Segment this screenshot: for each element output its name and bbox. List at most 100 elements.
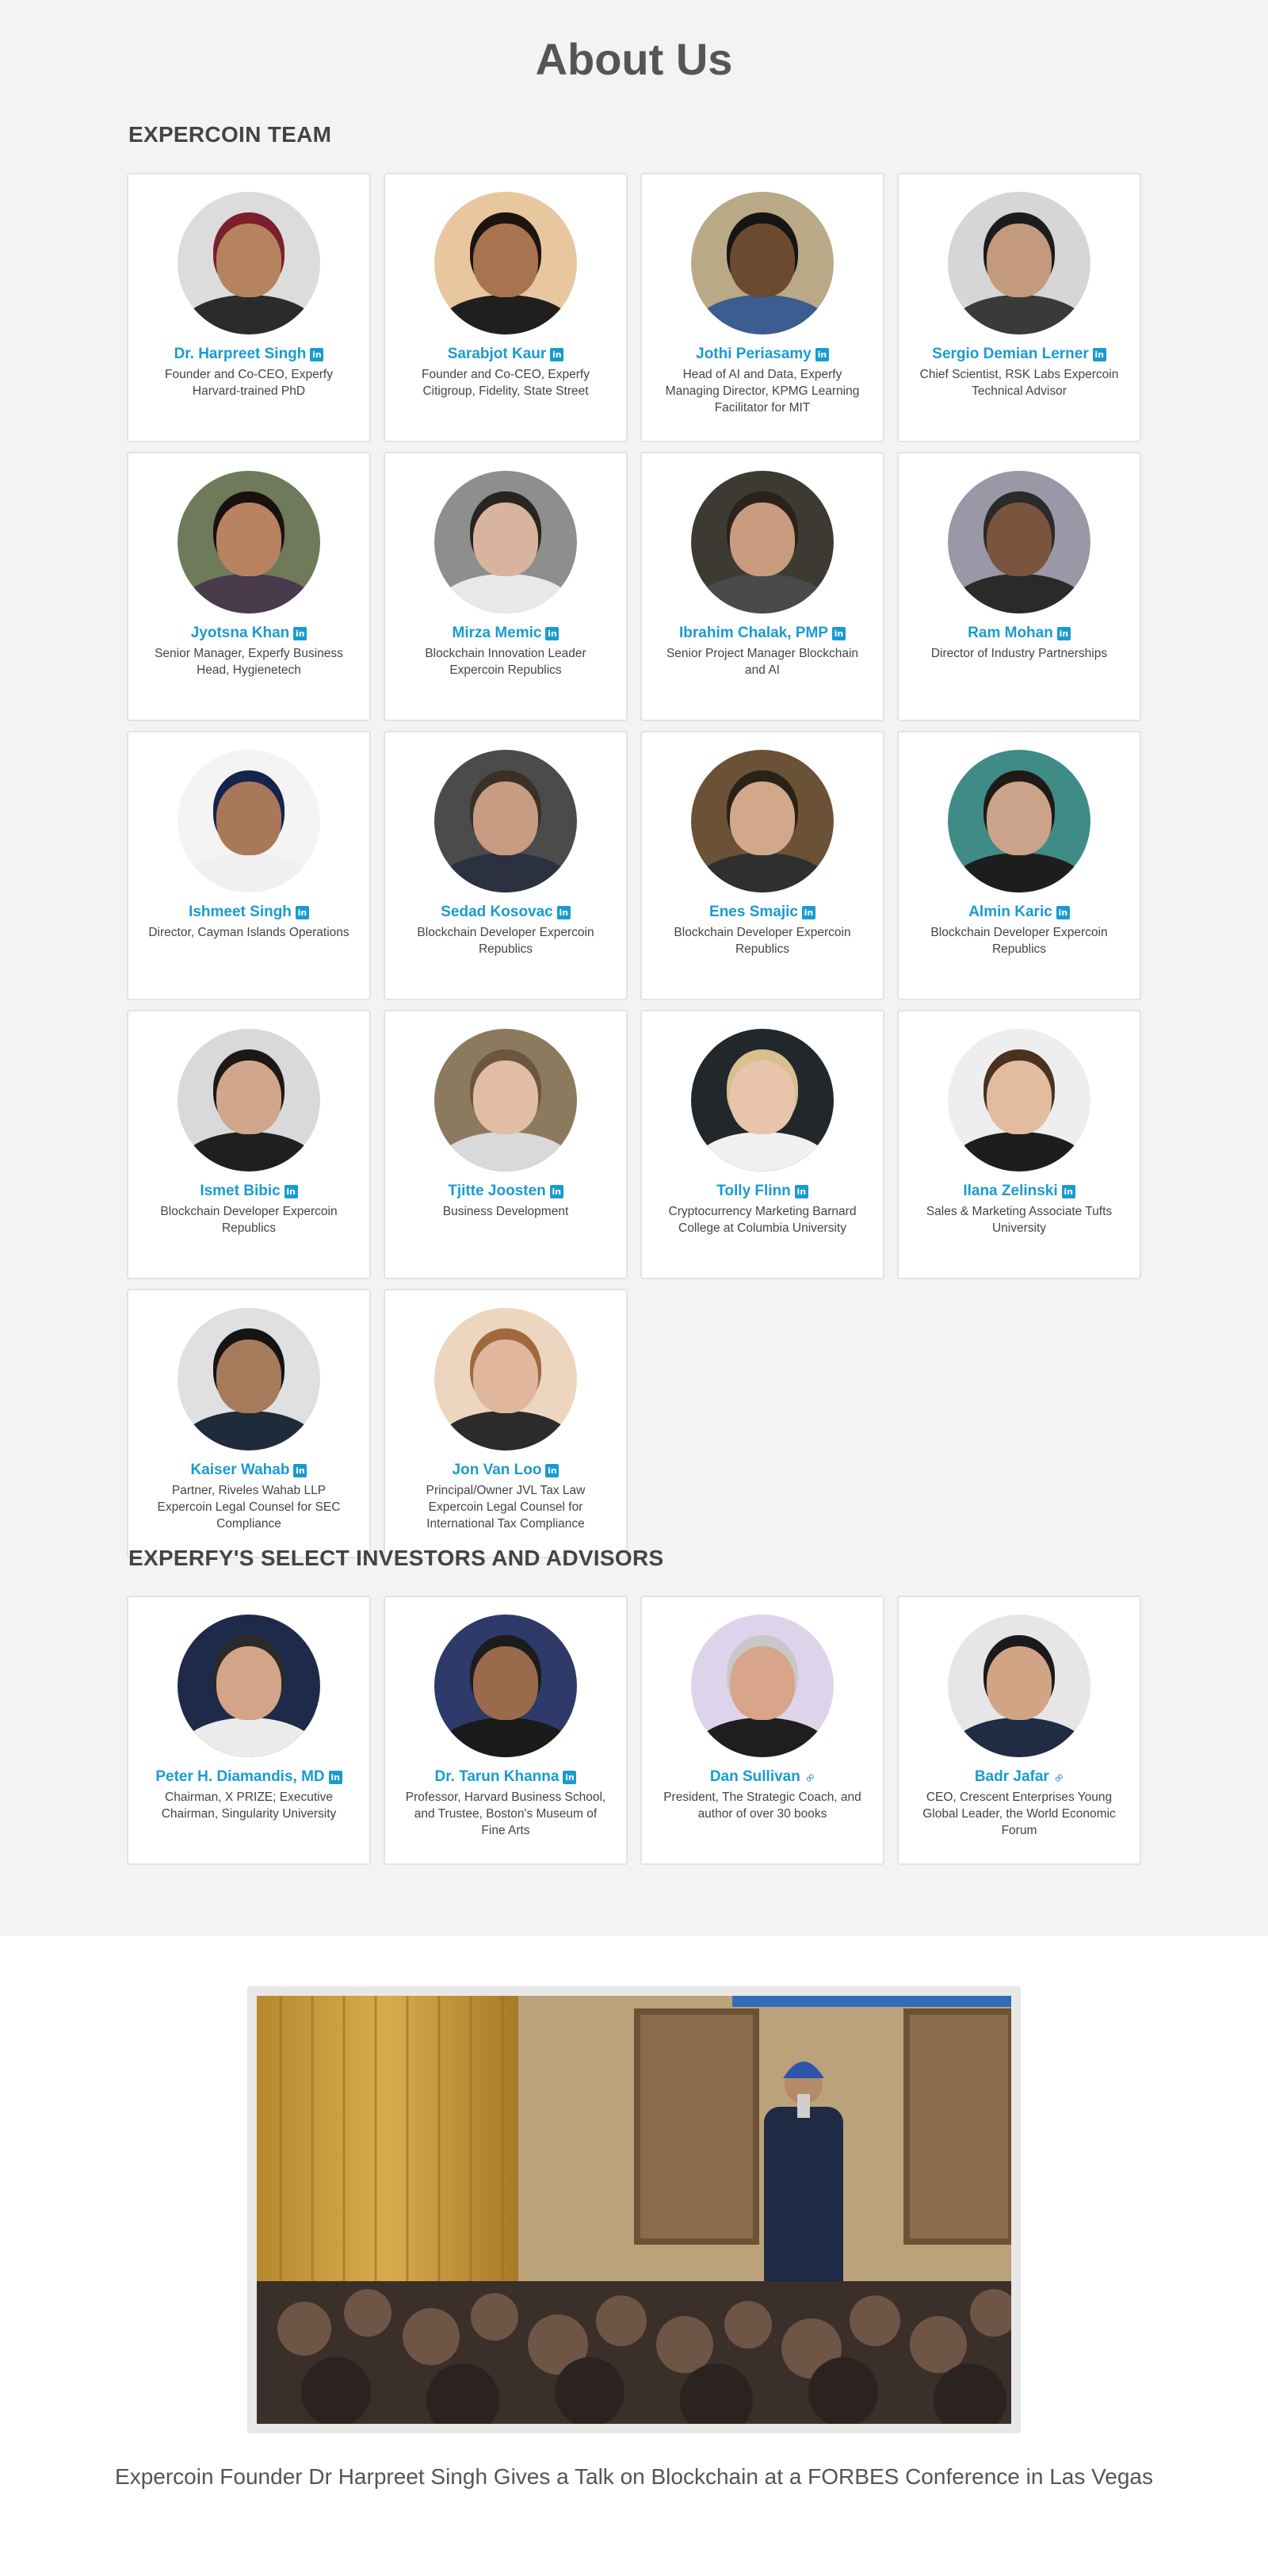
profile-name-link[interactable]: Mirza Memic xyxy=(453,625,542,642)
profile-card: Dr. Tarun Khanna in Professor, Harvard Bus… xyxy=(384,1596,628,1865)
profile-card: Ibrahim Chalak, PMP in Senior Project Mana… xyxy=(640,452,884,721)
profile-name-row: Sergio Demian Lerner in xyxy=(899,346,1140,363)
profile-role: Head of AI and Data, Experfy Managing Di… xyxy=(665,368,860,415)
profile-photo xyxy=(178,1029,320,1171)
profile-card: Almin Karic in Blockchain Developer Experc… xyxy=(897,731,1141,1000)
linkedin-icon[interactable]: in xyxy=(545,626,560,640)
profile-role: Senior Project Manager Blockchain and AI xyxy=(666,647,859,677)
profile-photo xyxy=(948,471,1090,613)
profile-photo xyxy=(434,1615,577,1757)
linkedin-icon[interactable]: in xyxy=(545,1463,560,1477)
profile-card: Sedad Kosovac in Blockchain Developer Expe… xyxy=(384,731,628,1000)
about-section: About Us EXPERCOIN TEAM Dr. Harpreet Sin… xyxy=(0,0,1268,1936)
photo-caption: Expercoin Founder Dr Harpreet Singh Give… xyxy=(115,2464,1153,2489)
linkedin-icon[interactable]: in xyxy=(293,1463,307,1477)
linkedin-icon[interactable]: in xyxy=(556,905,571,919)
linkedin-icon[interactable]: in xyxy=(295,905,309,919)
profile-name-link[interactable]: Ismet Bibic xyxy=(200,1183,280,1200)
page-title: About Us xyxy=(535,34,733,84)
profile-card: Kaiser Wahab in Partner, Riveles Wahab LLP… xyxy=(127,1289,371,1558)
profile-role: Professor, Harvard Business School, and … xyxy=(405,1791,606,1837)
linkedin-icon[interactable]: in xyxy=(328,1770,342,1784)
profile-name-link[interactable]: Sergio Demian Lerner xyxy=(932,346,1088,363)
profile-name-link[interactable]: Sarabjot Kaur xyxy=(448,346,547,363)
profile-name-link[interactable]: Badr Jafar xyxy=(975,1768,1049,1786)
profile-photo xyxy=(434,1308,577,1450)
profile-name-row: Ismet Bibic in xyxy=(128,1183,369,1200)
profile-role: President, The Strategic Coach, and auth… xyxy=(663,1791,861,1821)
profile-photo xyxy=(178,471,320,613)
profile-role: Cryptocurrency Marketing Barnard College… xyxy=(668,1205,857,1235)
profile-name-link[interactable]: Peter H. Diamandis, MD xyxy=(155,1768,324,1786)
profile-photo xyxy=(691,750,834,892)
profile-photo xyxy=(178,750,320,892)
profile-name-link[interactable]: Tolly Flinn xyxy=(716,1183,791,1200)
profile-name-link[interactable]: Dan Sullivan xyxy=(710,1768,800,1786)
profile-name-link[interactable]: Enes Smajic xyxy=(709,904,798,921)
linkedin-icon[interactable]: in xyxy=(831,626,846,640)
profile-card: Badr Jafar ∞ CEO, Crescent Enterprises You… xyxy=(897,1596,1141,1865)
linkedin-icon[interactable]: in xyxy=(293,626,307,640)
team-heading: EXPERCOIN TEAM xyxy=(128,122,332,147)
profile-card: Ram Mohan in Director of Industry Partners… xyxy=(897,452,1141,721)
profile-name-link[interactable]: Kaiser Wahab xyxy=(191,1462,290,1479)
web-link-icon[interactable]: ∞ xyxy=(1049,1768,1067,1787)
profile-name-row: Sarabjot Kaur in xyxy=(385,346,626,363)
profile-name-row: Peter H. Diamandis, MD in xyxy=(128,1768,369,1786)
profile-name-row: Ishmeet Singh in xyxy=(128,904,369,921)
profile-name-link[interactable]: Tjitte Joosten xyxy=(448,1183,546,1200)
linkedin-icon[interactable]: in xyxy=(550,347,564,361)
linkedin-icon[interactable]: in xyxy=(310,347,324,361)
linkedin-icon[interactable]: in xyxy=(794,1184,808,1198)
profile-name-link[interactable]: Sedad Kosovac xyxy=(441,904,553,921)
profile-name-link[interactable]: Ibrahim Chalak, PMP xyxy=(679,625,828,642)
profile-name-row: Enes Smajic in xyxy=(642,904,883,921)
profile-card: Dr. Harpreet Singh in Founder and Co-CEO, … xyxy=(127,173,371,442)
linkedin-icon[interactable]: in xyxy=(815,347,829,361)
profile-photo xyxy=(948,750,1090,892)
profile-name-link[interactable]: Ilana Zelinski xyxy=(963,1183,1057,1200)
web-link-icon[interactable]: ∞ xyxy=(800,1768,819,1787)
profile-card: Tjitte Joosten in Business Development xyxy=(384,1010,628,1279)
conference-photo-illustration xyxy=(257,1996,1011,2424)
profile-photo xyxy=(691,1029,834,1171)
profile-name-link[interactable]: Jyotsna Khan xyxy=(191,625,290,642)
profile-role: Blockchain Developer Expercoin Republics xyxy=(160,1205,338,1235)
profile-role: Blockchain Developer Expercoin Republics xyxy=(930,926,1108,956)
profile-name-link[interactable]: Dr. Harpreet Singh xyxy=(174,346,307,363)
profile-name-row: Mirza Memic in xyxy=(385,625,626,642)
profile-photo xyxy=(178,1308,320,1450)
linkedin-icon[interactable]: in xyxy=(1061,1184,1075,1198)
profile-card: Tolly Flinn in Cryptocurrency Marketing Ba… xyxy=(640,1010,884,1279)
linkedin-icon[interactable]: in xyxy=(284,1184,298,1198)
profile-role: Principal/Owner JVL Tax Law Expercoin Le… xyxy=(426,1484,586,1531)
profile-name-row: Ram Mohan in xyxy=(899,625,1140,642)
linkedin-icon[interactable]: in xyxy=(1056,905,1070,919)
profile-name-link[interactable]: Almin Karic xyxy=(968,904,1052,921)
profile-role: Business Development xyxy=(442,1205,569,1218)
profile-role: Founder and Co-CEO, Experfy Citigroup, F… xyxy=(422,368,590,398)
profile-role: Partner, Riveles Wahab LLP Expercoin Leg… xyxy=(157,1484,341,1531)
profile-role: Director of Industry Partnerships xyxy=(930,647,1108,660)
profile-name-row: Ibrahim Chalak, PMP in xyxy=(642,625,883,642)
linkedin-icon[interactable]: in xyxy=(563,1770,577,1784)
feature-photo-frame xyxy=(247,1986,1021,2433)
profile-name-link[interactable]: Ram Mohan xyxy=(968,625,1053,642)
profile-photo xyxy=(948,1029,1090,1171)
profile-card: Sarabjot Kaur in Founder and Co-CEO, Exper… xyxy=(384,173,628,442)
profile-role: Blockchain Developer Expercoin Republics xyxy=(674,926,851,956)
conference-photo xyxy=(257,1996,1011,2424)
linkedin-icon[interactable]: in xyxy=(549,1184,563,1198)
profile-name-link[interactable]: Jothi Periasamy xyxy=(696,346,812,363)
profile-name-link[interactable]: Jon Van Loo xyxy=(453,1462,542,1479)
linkedin-icon[interactable]: in xyxy=(1092,347,1106,361)
linkedin-icon[interactable]: in xyxy=(1056,626,1071,640)
profile-role: Chief Scientist, RSK Labs Expercoin Tech… xyxy=(919,368,1119,398)
profile-card: Ilana Zelinski in Sales & Marketing Associ… xyxy=(897,1010,1141,1279)
linkedin-icon[interactable]: in xyxy=(801,905,815,919)
profile-name-row: Jothi Periasamy in xyxy=(642,346,883,363)
profile-role: Chairman, X PRIZE; Executive Chairman, S… xyxy=(161,1791,337,1821)
profile-name-link[interactable]: Ishmeet Singh xyxy=(189,904,292,921)
profile-photo xyxy=(948,192,1090,334)
profile-name-link[interactable]: Dr. Tarun Khanna xyxy=(435,1768,560,1786)
